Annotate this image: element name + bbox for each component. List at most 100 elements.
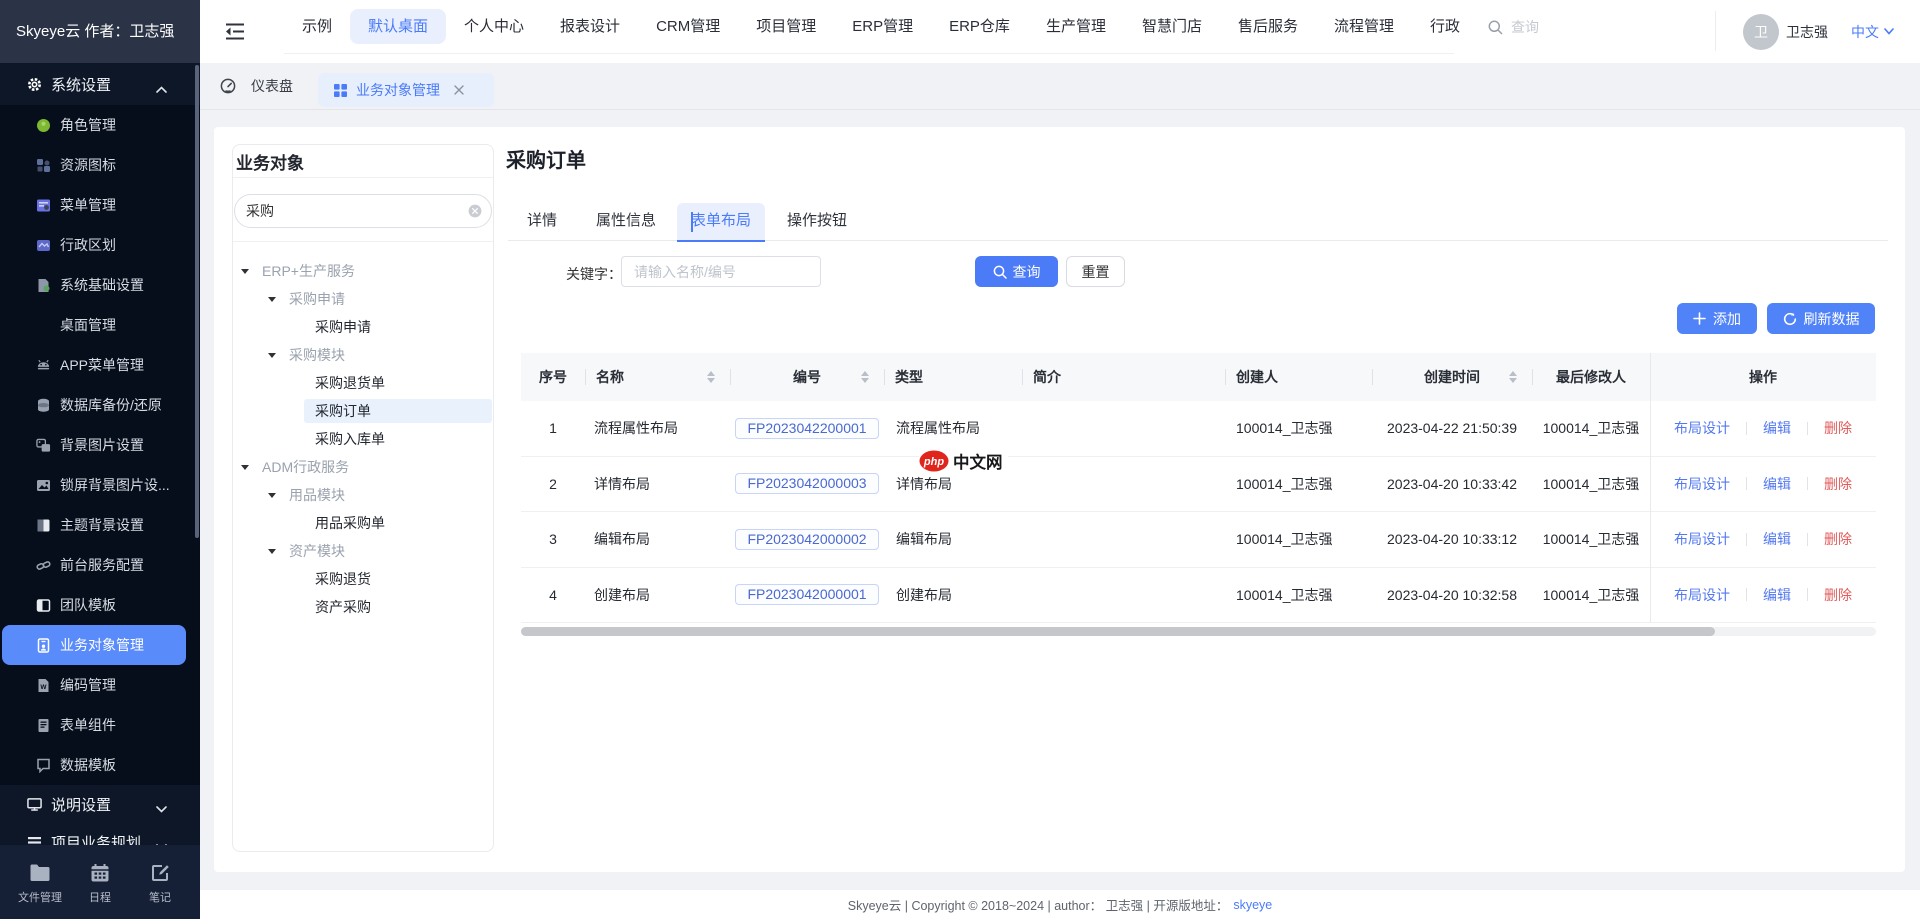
sidebar-footer-label: 文件管理 [18, 889, 62, 905]
tab-detail[interactable]: 详情 [527, 203, 557, 241]
tree-node-supplies-purchase[interactable]: 用品采购单 [233, 509, 493, 537]
sort-icon[interactable] [707, 371, 715, 383]
sidebar-group-system-settings[interactable]: 系统设置 [0, 63, 200, 105]
nav-item-process[interactable]: 流程管理 [1316, 9, 1412, 44]
edit-link[interactable]: 编辑 [1763, 418, 1791, 438]
col-created-time[interactable]: 创建时间 [1372, 353, 1532, 401]
tree-node-asset-purchase[interactable]: 资产采购 [233, 593, 493, 621]
tab-business-object-management[interactable]: 业务对象管理 [318, 73, 494, 107]
tree-node-purchase-return-order[interactable]: 采购退货单 [233, 369, 493, 397]
layout-design-link[interactable]: 布局设计 [1674, 474, 1730, 494]
col-no[interactable]: 序号 [521, 353, 585, 401]
tree-node-purchase-return[interactable]: 采购退货 [233, 565, 493, 593]
code-tag[interactable]: FP2023042000001 [735, 584, 878, 605]
sidebar-item-app-menu[interactable]: APP菜单管理 [0, 345, 200, 385]
sidebar-item-resource[interactable]: 资源图标 [0, 145, 200, 185]
nav-item-production[interactable]: 生产管理 [1028, 9, 1124, 44]
sidebar-item-data-template[interactable]: 数据模板 [0, 745, 200, 785]
sidebar-item-form-component[interactable]: 表单组件 [0, 705, 200, 745]
tree-node-supplies-module[interactable]: 用品模块 [233, 481, 493, 509]
sidebar-item-front-service[interactable]: 前台服务配置 [0, 545, 200, 585]
col-modifier[interactable]: 最后修改人 [1532, 353, 1650, 401]
nav-item-smart-store[interactable]: 智慧门店 [1124, 9, 1220, 44]
col-name[interactable]: 名称 [585, 353, 730, 401]
tree-node-purchase-inbound[interactable]: 采购入库单 [233, 425, 493, 453]
sidebar-footer-notes[interactable]: 笔记 [130, 845, 190, 919]
username[interactable]: 卫志强 [1786, 22, 1828, 42]
sidebar-item-menu-manage[interactable]: 菜单管理 [0, 185, 200, 225]
sidebar-item-sysbase[interactable]: 系统基础设置 [0, 265, 200, 305]
global-search-input[interactable] [1511, 19, 1681, 35]
sidebar-item-role[interactable]: 角色管理 [0, 105, 200, 145]
tree-node-erp[interactable]: ERP+生产服务 [233, 257, 493, 285]
sidebar-item-team-template[interactable]: 团队模板 [0, 585, 200, 625]
tree-node-purchase-module[interactable]: 采购模块 [233, 341, 493, 369]
tree-search-input[interactable] [246, 203, 468, 219]
avatar[interactable]: 卫 [1743, 14, 1779, 50]
edit-link[interactable]: 编辑 [1763, 585, 1791, 605]
sidebar-group-instruction-settings[interactable]: 说明设置 [0, 785, 200, 823]
edit-link[interactable]: 编辑 [1763, 529, 1791, 549]
menu-fold-icon[interactable] [225, 22, 245, 44]
edit-link[interactable]: 编辑 [1763, 474, 1791, 494]
tab-form-layout[interactable]: 表单布局 [677, 203, 765, 241]
delete-link[interactable]: 删除 [1824, 474, 1852, 494]
nav-item-project[interactable]: 项目管理 [738, 9, 834, 44]
clear-icon[interactable] [468, 204, 482, 218]
tree-node-purchase-apply-group[interactable]: 采购申请 [233, 285, 493, 313]
sidebar-item-bg-image[interactable]: 背景图片设置 [0, 425, 200, 465]
col-creator[interactable]: 创建人 [1225, 353, 1372, 401]
refresh-button[interactable]: 刷新数据 [1767, 303, 1875, 334]
tab-attribute-info[interactable]: 属性信息 [596, 203, 656, 241]
col-type[interactable]: 类型 [884, 353, 1022, 401]
nav-item-admin[interactable]: 行政 [1412, 9, 1478, 44]
scrollbar-thumb[interactable] [521, 627, 1715, 636]
reset-button[interactable]: 重置 [1066, 256, 1125, 287]
sidebar-item-business-object[interactable]: 业务对象管理 [2, 625, 186, 665]
footer-link[interactable]: skyeye [1233, 898, 1272, 912]
nav-item-erp[interactable]: ERP管理 [834, 9, 931, 44]
sidebar-item-db-backup[interactable]: 数据库备份/还原 [0, 385, 200, 425]
layout-design-link[interactable]: 布局设计 [1674, 585, 1730, 605]
sort-icon[interactable] [1509, 371, 1517, 383]
sidebar-item-code-manage[interactable]: W 编码管理 [0, 665, 200, 705]
col-intro[interactable]: 简介 [1022, 353, 1225, 401]
sidebar-item-region[interactable]: 行政区划 [0, 225, 200, 265]
sidebar-item-label: APP菜单管理 [60, 355, 144, 375]
language-switcher[interactable]: 中文 [1851, 22, 1894, 42]
tree-node-purchase-apply[interactable]: 采购申请 [233, 313, 493, 341]
nav-item-default-desktop[interactable]: 默认桌面 [350, 9, 446, 44]
sidebar-scrollbar[interactable] [195, 65, 199, 538]
col-code[interactable]: 编号 [730, 353, 884, 401]
nav-item-after-sales[interactable]: 售后服务 [1220, 9, 1316, 44]
keyword-input[interactable] [621, 256, 821, 287]
tree-node-purchase-order[interactable]: 采购订单 [233, 397, 493, 425]
tree-node-adm[interactable]: ADM行政服务 [233, 453, 493, 481]
tab-dashboard[interactable]: 仪表盘 [220, 63, 293, 109]
sidebar-footer-files[interactable]: 文件管理 [10, 845, 70, 919]
nav-item-crm[interactable]: CRM管理 [638, 9, 738, 44]
sidebar-item-theme-bg[interactable]: 主题背景设置 [0, 505, 200, 545]
sidebar-footer-schedule[interactable]: 日程 [70, 845, 130, 919]
tree-node-asset-module[interactable]: 资产模块 [233, 537, 493, 565]
nav-item-personal-center[interactable]: 个人中心 [446, 9, 542, 44]
layout-design-link[interactable]: 布局设计 [1674, 418, 1730, 438]
delete-link[interactable]: 删除 [1824, 585, 1852, 605]
code-tag[interactable]: FP2023042000002 [735, 529, 878, 550]
add-button[interactable]: 添加 [1677, 303, 1757, 334]
caret-down-icon [241, 465, 249, 470]
search-button[interactable]: 查询 [975, 256, 1058, 287]
sidebar-item-lockscreen-image[interactable]: 锁屏背景图片设... [0, 465, 200, 505]
nav-item-report-design[interactable]: 报表设计 [542, 9, 638, 44]
close-icon[interactable] [453, 84, 465, 96]
tab-action-buttons[interactable]: 操作按钮 [787, 203, 847, 241]
nav-item-example[interactable]: 示例 [284, 9, 350, 44]
layout-design-link[interactable]: 布局设计 [1674, 529, 1730, 549]
delete-link[interactable]: 删除 [1824, 418, 1852, 438]
code-tag[interactable]: FP2023042000003 [735, 473, 878, 494]
delete-link[interactable]: 删除 [1824, 529, 1852, 549]
sort-icon[interactable] [861, 371, 869, 383]
nav-item-erp-warehouse[interactable]: ERP仓库 [931, 9, 1028, 44]
code-tag[interactable]: FP2023042200001 [735, 418, 878, 439]
sidebar-item-desktop-manage[interactable]: 桌面管理 [0, 305, 200, 345]
